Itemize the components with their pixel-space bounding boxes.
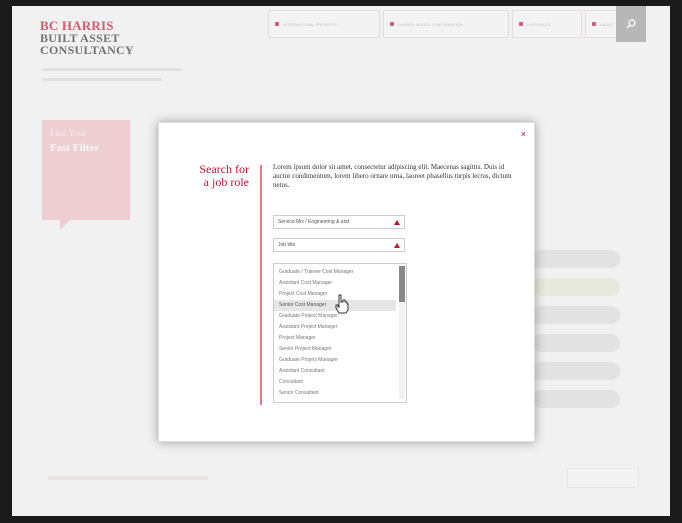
list-item[interactable]: Consultant	[274, 377, 396, 388]
dropdown-value: Job title	[278, 242, 296, 248]
list-item[interactable]: Senior Project Manager	[274, 344, 396, 355]
chevron-up-icon	[394, 243, 400, 248]
job-role-search-modal: × Search for a job role Lorem ipsum dolo…	[158, 122, 535, 442]
hand-cursor-icon	[335, 294, 349, 314]
modal-divider	[260, 165, 262, 405]
dropdown-value: Service Mix / Engineering & and	[278, 219, 350, 225]
service-mix-dropdown[interactable]: Service Mix / Engineering & and	[273, 215, 405, 229]
modal-description: Lorem ipsum dolor sit amet, consectetur …	[273, 163, 512, 189]
modal-title-line-2: a job role	[203, 175, 249, 189]
page: BC HARRIS BUILT ASSET CONSULTANCY INTERN…	[12, 6, 670, 516]
job-title-listbox[interactable]: Graduate / Trainee Cost Manager Assistan…	[273, 263, 407, 403]
job-title-dropdown[interactable]: Job title	[273, 238, 405, 252]
list-item[interactable]: Assistant Consultant	[274, 366, 396, 377]
scrollbar-thumb[interactable]	[399, 266, 405, 302]
list-item[interactable]: Project Manager	[274, 333, 396, 344]
close-icon[interactable]: ×	[521, 129, 526, 139]
chevron-up-icon	[394, 220, 400, 225]
list-item[interactable]: Graduate Project Manager	[274, 355, 396, 366]
list-item[interactable]: Assistant Project Manager	[274, 322, 396, 333]
modal-title: Search for a job role	[165, 163, 249, 189]
list-item[interactable]: Senior Consultant	[274, 388, 396, 399]
list-item[interactable]: Assistant Cost Manager	[274, 278, 396, 289]
list-item[interactable]: Graduate / Trainee Cost Manager	[274, 267, 396, 278]
